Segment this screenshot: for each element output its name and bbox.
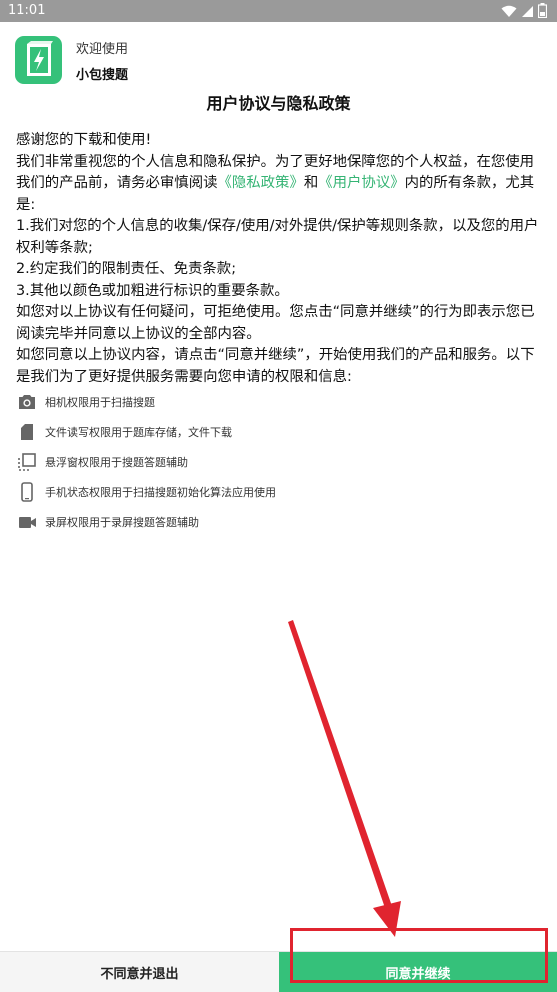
battery-icon xyxy=(537,3,548,22)
consent-paragraph: 如您同意以上协议内容，请点击“同意并继续”，开始使用我们的产品和服务。以下是我们… xyxy=(16,347,535,385)
user-agreement-link[interactable]: 《用户协议》 xyxy=(318,175,404,191)
permission-label: 文件读写权限用于题库存储，文件下载 xyxy=(45,426,232,439)
clause-item-3: 3.其他以颜色或加粗进行标识的重要条款。 xyxy=(16,282,289,299)
agree-continue-button[interactable]: 同意并继续 xyxy=(279,952,557,992)
permission-item: 悬浮窗权限用于搜题答题辅助 xyxy=(16,447,541,477)
permission-item: 相机权限用于扫描搜题 xyxy=(16,387,541,417)
phone-icon xyxy=(16,481,38,503)
clause-item-2: 2.约定我们的限制责任、免责条款; xyxy=(16,261,237,277)
book-lightning-logo xyxy=(15,36,62,84)
permission-item: 手机状态权限用于扫描搜题初始化算法应用使用 xyxy=(16,477,541,507)
permission-item: 文件读写权限用于题库存储，文件下载 xyxy=(16,417,541,447)
welcome-text: 欢迎使用 xyxy=(76,42,129,57)
app-header: 欢迎使用 小包搜题 xyxy=(15,35,545,87)
sd-card-icon xyxy=(16,421,38,443)
camera-icon xyxy=(16,391,38,413)
permission-item: 录屏权限用于录屏搜题答题辅助 xyxy=(16,507,541,537)
permission-label: 相机权限用于扫描搜题 xyxy=(45,396,155,409)
app-name: 小包搜题 xyxy=(76,68,129,83)
intro-and: 和 xyxy=(303,175,319,191)
permission-label: 悬浮窗权限用于搜题答题辅助 xyxy=(45,456,188,469)
permission-label: 手机状态权限用于扫描搜题初始化算法应用使用 xyxy=(45,486,276,499)
signal-icon xyxy=(521,3,534,22)
action-bar: 不同意并退出 同意并继续 xyxy=(0,951,557,992)
privacy-policy-link[interactable]: 《隐私政策》 xyxy=(217,175,303,191)
agreement-text: 感谢您的下载和使用! 我们非常重视您的个人信息和隐私保护。为了更好地保障您的个人… xyxy=(16,130,541,388)
intro-paragraph: 我们非常重视您的个人信息和隐私保护。为了更好地保障您的个人权益，在您使用我们的产… xyxy=(16,152,541,217)
dialog-title: 用户协议与隐私政策 xyxy=(206,94,351,113)
status-bar: 11:01 xyxy=(0,0,557,22)
video-camera-icon xyxy=(16,511,38,533)
clause-item-1: 1.我们对您的个人信息的收集/保存/使用/对外提供/保护等规则条款，以及您的用户… xyxy=(16,218,539,256)
refuse-paragraph: 如您对以上协议有任何疑问，可拒绝使用。您点击“同意并继续”的行为即表示您已阅读完… xyxy=(16,304,535,342)
floating-window-icon xyxy=(16,451,38,473)
permission-label: 录屏权限用于录屏搜题答题辅助 xyxy=(45,516,199,529)
status-icons xyxy=(501,3,548,22)
wifi-icon xyxy=(501,3,517,22)
decline-exit-button[interactable]: 不同意并退出 xyxy=(0,952,279,992)
status-time: 11:01 xyxy=(8,3,46,18)
permission-list: 相机权限用于扫描搜题 文件读写权限用于题库存储，文件下载 悬浮窗权限用于搜题答题… xyxy=(16,387,541,537)
thanks-paragraph: 感谢您的下载和使用! xyxy=(16,132,152,148)
